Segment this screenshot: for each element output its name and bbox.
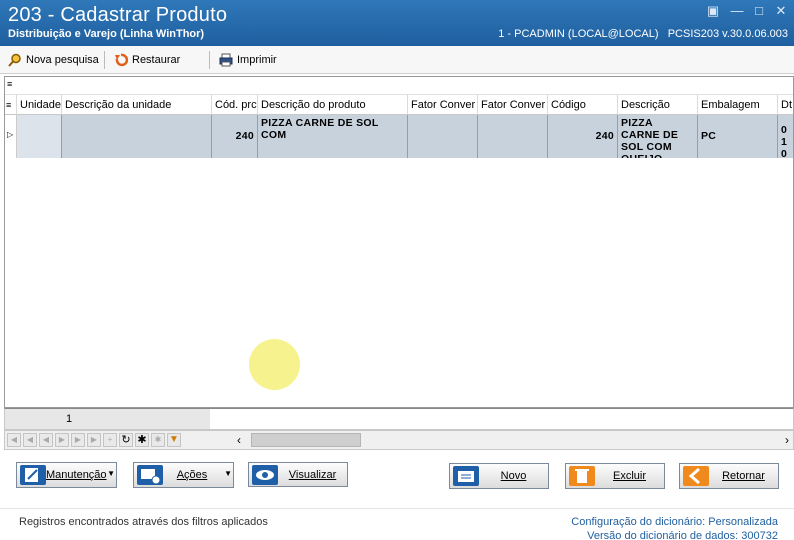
restore-label: Restaurar (132, 54, 181, 66)
version-label: Versão do dicionário de dados: (587, 530, 739, 540)
col-header-descricao[interactable]: Descrição (618, 95, 698, 115)
cell-cod-prc[interactable]: 240 (212, 115, 258, 158)
col-header-embalagem[interactable]: Embalagem (698, 95, 778, 115)
novo-button[interactable]: Novo (449, 463, 549, 489)
filter-icon[interactable]: ▼ (167, 433, 181, 447)
horizontal-scrollbar-thumb[interactable] (251, 433, 361, 447)
col-header-fator-conver-2[interactable]: Fator Conver (478, 95, 548, 115)
first-page-icon[interactable]: ◀ (7, 433, 21, 447)
novo-label: Novo (500, 470, 527, 482)
record-count: 1 (66, 413, 73, 425)
print-label: Imprimir (237, 54, 277, 66)
user-info: 1 - PCADMIN (LOCAL@LOCAL) (498, 28, 659, 40)
undo-icon (115, 53, 128, 67)
config-value: Personalizada (708, 516, 778, 528)
new-search-label: Nova pesquisa (26, 54, 99, 66)
retornar-button[interactable]: Retornar (679, 463, 779, 489)
footer-summary-area (5, 409, 210, 429)
asterisk-icon[interactable]: ✱ (135, 433, 149, 447)
col-header-dt[interactable]: Dt (778, 95, 793, 115)
manutencao-label: Manutenção (46, 469, 107, 481)
search-icon (8, 53, 21, 67)
cursor-highlight (249, 339, 300, 390)
scroll-left-icon[interactable]: ‹ (237, 433, 241, 447)
cell-unidade[interactable] (17, 115, 62, 158)
cell-dt[interactable]: 01 0 (778, 115, 793, 158)
dropdown-arrow-icon[interactable]: ▼ (107, 469, 115, 478)
clear-filter-icon[interactable]: ✱ (151, 433, 165, 447)
cell-fator-conver-2[interactable] (478, 115, 548, 158)
retornar-label: Retornar (722, 470, 765, 482)
excluir-label: Excluir (612, 470, 646, 482)
restore-button[interactable]: Restaurar (114, 51, 180, 69)
session-info: 1 - PCADMIN (LOCAL@LOCAL) PCSIS203 v.30.… (498, 28, 788, 40)
results-grid[interactable]: ≡ ≡ Unidade Descrição da unidade Cód. pr… (4, 76, 794, 408)
cell-descricao-produto[interactable]: PIZZA CARNE DE SOL COM (258, 115, 408, 158)
config-label: Configuração do dicionário: (571, 516, 706, 528)
cell-fator-conver-1[interactable] (408, 115, 478, 158)
next-record-icon[interactable]: ▶ (55, 433, 69, 447)
status-bar: Registros encontrados através dos filtro… (0, 508, 794, 540)
insert-icon[interactable]: + (103, 433, 117, 447)
dropdown-arrow-icon[interactable]: ▼ (224, 469, 232, 478)
col-header-fator-conver-1[interactable]: Fator Conver (408, 95, 478, 115)
new-search-button[interactable]: Nova pesquisa (8, 51, 99, 69)
col-header-codigo[interactable]: Código (548, 95, 618, 115)
settings-icon (137, 465, 163, 485)
version-value: 300732 (741, 530, 778, 540)
restore-down-icon[interactable]: ▣ (706, 4, 720, 18)
prev-record-icon[interactable]: ◀ (39, 433, 53, 447)
status-message: Registros encontrados através dos filtro… (19, 516, 268, 528)
close-icon[interactable]: ✕ (774, 4, 788, 18)
cell-descricao[interactable]: PIZZA CARNE DE SOL COM QUEIJO (618, 115, 698, 158)
grid-footer: 1 (4, 408, 794, 430)
dictionary-info: Configuração do dicionário: Personalizad… (571, 515, 778, 540)
col-header-descricao-unidade[interactable]: Descrição da unidade (62, 95, 212, 115)
toolbar-divider (209, 51, 210, 69)
visualizar-button[interactable]: Visualizar (248, 462, 348, 487)
maximize-icon[interactable]: □ (752, 4, 766, 18)
row-indicator-icon: ▷ (5, 115, 17, 158)
cell-embalagem[interactable]: PC (698, 115, 778, 158)
acoes-label: Ações (176, 469, 208, 481)
prev-page-icon[interactable]: ◀ (23, 433, 37, 447)
row-menu-icon[interactable]: ≡ (5, 95, 17, 115)
cell-codigo[interactable]: 240 (548, 115, 618, 158)
printer-icon (219, 53, 233, 67)
last-page-icon[interactable]: ▶ (87, 433, 101, 447)
col-header-cod-prc[interactable]: Cód. prc (212, 95, 258, 115)
excluir-button[interactable]: Excluir (565, 463, 665, 489)
acoes-button[interactable]: Ações ▼ (133, 462, 234, 488)
window-title: 203 - Cadastrar Produto (8, 4, 228, 26)
col-header-unidade[interactable]: Unidade (17, 95, 62, 115)
group-panel: ≡ (5, 77, 793, 95)
cell-descricao-unidade[interactable] (62, 115, 212, 158)
return-arrow-icon (683, 466, 709, 486)
eye-icon (252, 464, 278, 485)
version-info: PCSIS203 v.30.0.06.003 (667, 28, 788, 40)
print-button[interactable]: Imprimir (219, 51, 277, 69)
scroll-right-icon[interactable]: › (785, 433, 789, 447)
visualizar-label: Visualizar (288, 468, 337, 481)
refresh-icon[interactable]: ↻ (119, 433, 133, 447)
title-bar: 203 - Cadastrar Produto Distribuição e V… (0, 0, 794, 46)
window-subtitle: Distribuição e Varejo (Linha WinThor) (8, 28, 205, 40)
toolbar-divider (104, 51, 105, 69)
manutencao-button[interactable]: Manutenção ▼ (16, 462, 117, 488)
toolbar: Nova pesquisa Restaurar Imprimir (0, 46, 794, 74)
edit-icon (20, 465, 46, 485)
next-page-icon[interactable]: ▶ (71, 433, 85, 447)
trash-icon (569, 466, 595, 486)
record-navigator: ◀ ◀ ◀ ▶ ▶ ▶ + ↻ ✱ ✱ ▼ ‹ › (4, 430, 794, 450)
column-chooser-icon[interactable]: ≡ (7, 79, 12, 89)
col-header-descricao-produto[interactable]: Descrição do produto (258, 95, 408, 115)
minimize-icon[interactable]: — (730, 4, 744, 18)
new-record-icon (453, 466, 479, 486)
